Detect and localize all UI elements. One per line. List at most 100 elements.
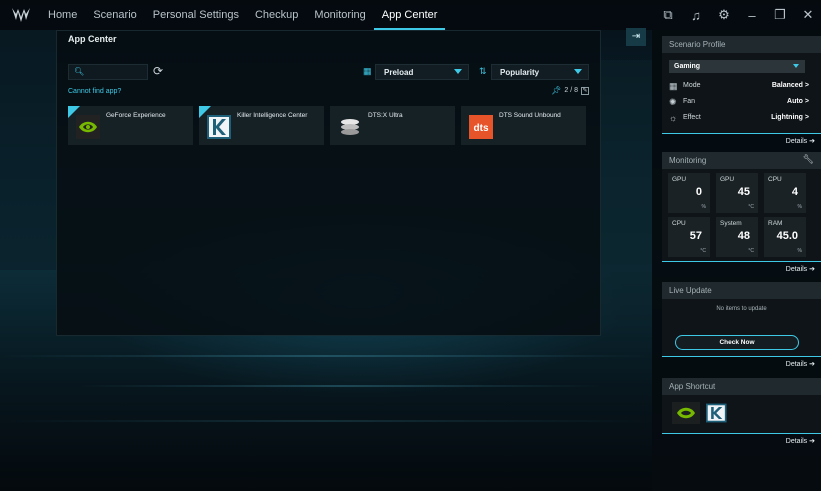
monitor-tile: CPU 4 % xyxy=(764,173,806,213)
fan-value: Auto > xyxy=(787,98,809,105)
tab-monitoring[interactable]: Monitoring xyxy=(306,0,373,30)
effect-icon: ☼ xyxy=(669,113,678,123)
details-link[interactable]: Details ➔ xyxy=(662,433,821,445)
tab-checkup[interactable]: Checkup xyxy=(247,0,306,30)
tile-unit: % xyxy=(797,204,802,210)
details-link[interactable]: Details ➔ xyxy=(662,133,821,145)
pin-count-value: 2 / 8 xyxy=(564,87,578,94)
monitor-tile: GPU 0 % xyxy=(668,173,710,213)
no-items-message: No items to update xyxy=(716,306,767,312)
window-controls: ⧉ ♫ ⚙ – ❐ ✕ xyxy=(661,0,815,30)
tile-label: CPU xyxy=(768,176,782,183)
search-input[interactable]: 🔍︎ xyxy=(68,64,148,80)
tile-label: CPU xyxy=(672,220,686,227)
tile-label: RAM xyxy=(768,220,783,227)
close-icon[interactable]: ✕ xyxy=(801,7,815,23)
check-now-button[interactable]: Check Now xyxy=(675,335,799,350)
chevron-down-icon xyxy=(454,69,462,74)
chevron-down-icon xyxy=(574,69,582,74)
tab-personal-settings[interactable]: Personal Settings xyxy=(145,0,247,30)
section-title: App Shortcut xyxy=(662,378,821,395)
monitor-tile: CPU 57 °C xyxy=(668,217,710,257)
nvidia-icon[interactable] xyxy=(672,402,700,424)
profile-select[interactable]: Gaming xyxy=(669,60,805,73)
collapse-sidebar-button[interactable]: ⇥ xyxy=(626,28,646,46)
tile-label: System xyxy=(720,220,742,227)
pin-count: 📌︎ 2 / 8 ✎ xyxy=(551,86,589,95)
chevron-down-icon xyxy=(793,64,799,68)
gear-icon[interactable]: ⚙ xyxy=(717,7,731,23)
monitoring-section: Monitoring 🔧︎ GPU 0 % GPU 45 °C CPU 4 % … xyxy=(662,152,821,273)
killer-icon xyxy=(207,115,231,139)
tile-unit: °C xyxy=(748,248,754,254)
app-card-dtsx[interactable]: DTS:X Ultra xyxy=(330,106,455,145)
tab-app-center[interactable]: App Center xyxy=(373,0,446,30)
dtsx-icon xyxy=(338,115,362,139)
app-name: DTS Sound Unbound xyxy=(499,112,561,119)
tile-value: 4 xyxy=(791,186,798,198)
scenario-profile-section: Scenario Profile Gaming ▦ Mode Balanced … xyxy=(662,36,821,145)
section-title: Monitoring 🔧︎ xyxy=(662,152,821,169)
background-streak xyxy=(80,385,600,387)
edit-icon[interactable]: ✎ xyxy=(581,86,589,95)
tile-unit: % xyxy=(797,248,802,254)
section-title: Live Update xyxy=(662,282,821,299)
sort-select[interactable]: Popularity xyxy=(491,64,589,80)
sort-icon: ⇅ xyxy=(479,66,487,76)
effect-label: Effect xyxy=(683,114,701,121)
fan-label: Fan xyxy=(683,98,696,105)
page-title: App Center xyxy=(68,34,117,44)
mode-icon: ▦ xyxy=(669,81,678,91)
app-name: DTS:X Ultra xyxy=(368,112,403,119)
tile-unit: °C xyxy=(748,204,754,210)
nvidia-icon xyxy=(76,115,100,139)
pin-icon: 📌︎ xyxy=(551,86,562,95)
tile-value: 0 xyxy=(695,186,702,198)
details-link[interactable]: Details ➔ xyxy=(662,261,821,273)
svg-text:dts: dts xyxy=(474,123,489,134)
app-shortcut-section: App Shortcut Details ➔ xyxy=(662,378,821,445)
headset-icon[interactable]: ♫ xyxy=(689,8,703,23)
tile-value: 45.0 xyxy=(776,230,798,242)
refresh-icon[interactable]: ⟳ xyxy=(153,64,163,78)
filter-icon: ▦ xyxy=(363,66,372,76)
filter-select-value: Preload xyxy=(384,68,414,77)
section-title: Scenario Profile xyxy=(662,36,821,53)
monitor-tile: System 48 °C xyxy=(716,217,758,257)
app-name: Killer Intelligence Center xyxy=(237,112,308,119)
section-title-text: Monitoring xyxy=(669,156,707,165)
tab-scenario[interactable]: Scenario xyxy=(85,0,144,30)
tile-unit: % xyxy=(701,204,706,210)
scene-icon[interactable]: ⧉ xyxy=(661,7,675,23)
top-nav-bar: Home Scenario Personal Settings Checkup … xyxy=(0,0,821,30)
tile-value: 45 xyxy=(737,186,750,198)
background-streak xyxy=(0,355,650,357)
background-building xyxy=(0,30,56,270)
live-update-section: Live Update No items to update Check Now… xyxy=(662,282,821,368)
details-link[interactable]: Details ➔ xyxy=(662,356,821,368)
minimize-icon[interactable]: – xyxy=(745,8,759,23)
wrench-icon[interactable]: 🔧︎ xyxy=(803,154,814,165)
killer-icon[interactable] xyxy=(706,402,730,424)
tab-home[interactable]: Home xyxy=(40,0,85,30)
search-icon: 🔍︎ xyxy=(74,67,85,76)
tile-value: 57 xyxy=(689,230,702,242)
effect-value: Lightning > xyxy=(771,114,809,121)
restore-icon[interactable]: ❐ xyxy=(773,7,787,23)
app-center-panel: App Center 🔍︎ ⟳ ▦ Preload ⇅ Popularity C… xyxy=(56,30,601,336)
tile-label: GPU xyxy=(672,176,687,183)
mode-label: Mode xyxy=(683,82,701,89)
mode-value: Balanced > xyxy=(771,82,809,89)
filter-select[interactable]: Preload xyxy=(375,64,469,80)
app-card-killer[interactable]: Killer Intelligence Center xyxy=(199,106,324,145)
cannot-find-app-link[interactable]: Cannot find app? xyxy=(68,88,121,95)
dts-icon: dts xyxy=(469,115,493,139)
app-card-dts-sound-unbound[interactable]: dts DTS Sound Unbound xyxy=(461,106,586,145)
sort-select-value: Popularity xyxy=(500,68,540,77)
app-card-geforce[interactable]: GeForce Experience xyxy=(68,106,193,145)
predator-logo-icon xyxy=(12,8,30,22)
monitor-tile: RAM 45.0 % xyxy=(764,217,806,257)
monitor-tile: GPU 45 °C xyxy=(716,173,758,213)
fan-icon: ✺ xyxy=(669,97,677,107)
tile-unit: °C xyxy=(700,248,706,254)
